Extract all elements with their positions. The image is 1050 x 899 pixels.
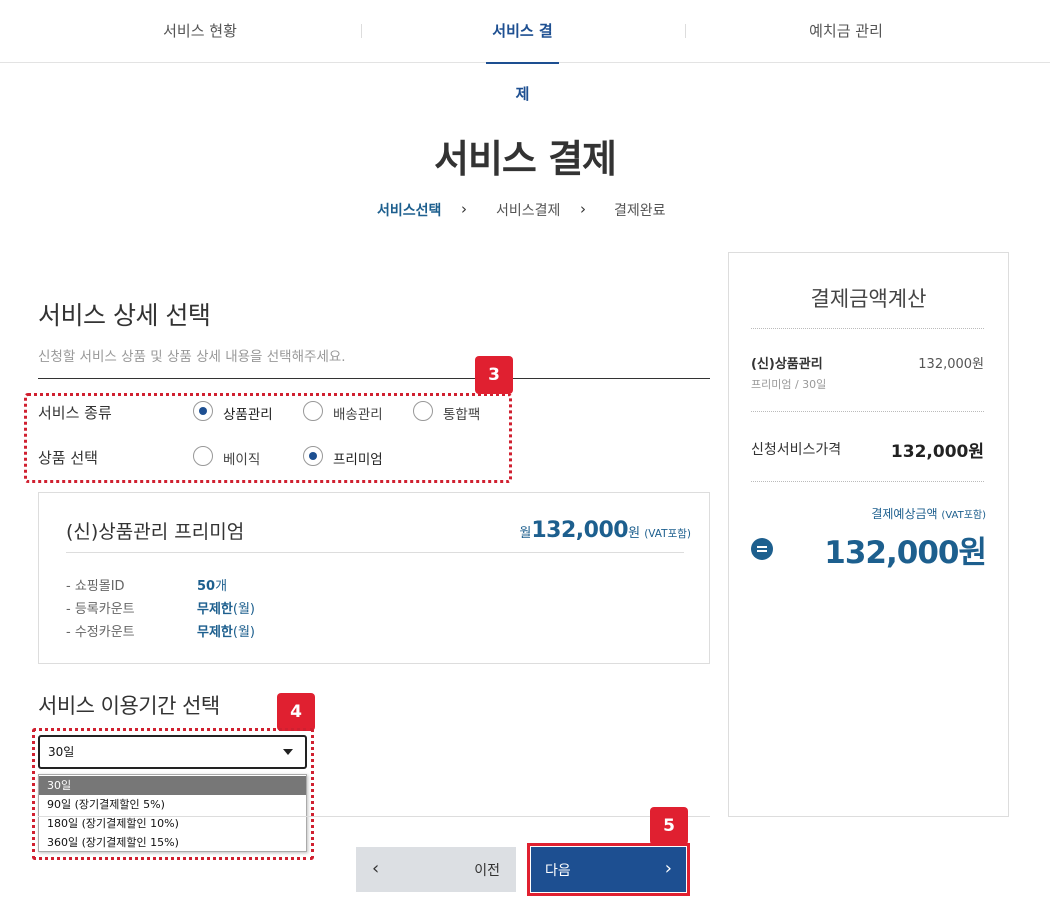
product-price: 월132,000원 (VAT포함) (519, 518, 691, 543)
next-button[interactable]: 다음 › (531, 847, 686, 892)
period-dropdown-list: 30일 90일 (장기결제할인 5%) 180일 (장기결제할인 10%) 36… (38, 774, 307, 852)
equals-icon (751, 538, 773, 560)
product-card: (신)상품관리 프리미엄 월132,000원 (VAT포함) - 쇼핑몰ID 5… (38, 492, 710, 664)
chevron-right-icon: › (461, 200, 467, 218)
step-indicator: 서비스선택 › 서비스결제 › 결제완료 (0, 200, 1050, 222)
radio-label-premium[interactable]: 프리미엄 (333, 448, 383, 468)
tab-service-payment[interactable]: 서비스 결제 (486, 0, 559, 103)
radio-label-delivery-management[interactable]: 배송관리 (333, 403, 383, 423)
dotted-divider (751, 411, 984, 412)
summary-apply-label: 신청서비스가격 (751, 442, 842, 458)
step-badge-3: 3 (475, 356, 513, 394)
spec-key-edit-count: - 수정카운트 (66, 625, 135, 640)
prev-button-label: 이전 (474, 863, 500, 879)
tab-deposit-management[interactable]: 예치금 관리 (686, 0, 1006, 63)
summary-expected-label: 결제예상금액 (VAT포함) (871, 507, 986, 521)
period-option-90[interactable]: 90일 (장기결제할인 5%) (39, 795, 306, 814)
caret-down-icon (283, 749, 293, 755)
payment-summary-panel: 결제금액계산 (신)상품관리 프리미엄 / 30일 132,000원 신청서비스… (728, 252, 1009, 817)
page-title: 서비스 결제 (433, 137, 617, 181)
chevron-right-icon: › (580, 200, 586, 218)
bottom-divider (38, 816, 710, 817)
detail-section-title: 서비스 상세 선택 (38, 301, 211, 330)
dotted-divider (751, 328, 984, 329)
period-option-360[interactable]: 360일 (장기결제할인 15%) (39, 833, 306, 852)
summary-item-price: 132,000원 (918, 357, 984, 372)
spec-value-mall-id: 50개 (197, 579, 228, 594)
spec-key-register-count: - 등록카운트 (66, 602, 135, 617)
spec-value-register-count: 무제한(월) (197, 602, 255, 617)
summary-expected-price: 132,000원 (824, 535, 987, 571)
period-select-value: 30일 (48, 745, 75, 759)
radio-basic[interactable] (193, 446, 213, 466)
radio-label-basic[interactable]: 베이직 (223, 448, 260, 468)
radio-premium[interactable] (303, 446, 323, 466)
product-name: (신)상품관리 프리미엄 (66, 521, 245, 543)
spec-value-edit-count: 무제한(월) (197, 625, 255, 640)
chevron-right-icon: › (664, 858, 672, 879)
tab-separator (361, 24, 362, 38)
step-badge-5: 5 (650, 807, 688, 845)
service-type-label: 서비스 종류 (38, 404, 112, 422)
step-service-payment: 서비스결제 (496, 203, 561, 219)
radio-label-integrated-pack[interactable]: 통합팩 (443, 403, 480, 423)
radio-product-management[interactable] (193, 401, 213, 421)
summary-apply-price: 132,000원 (890, 442, 984, 462)
detail-section-subtitle: 신청할 서비스 상품 및 상품 상세 내용을 선택해주세요. (38, 349, 346, 365)
summary-item-sub: 프리미엄 / 30일 (751, 378, 827, 391)
tab-service-status[interactable]: 서비스 현황 (40, 0, 360, 63)
summary-title: 결제금액계산 (810, 287, 927, 311)
top-nav: 서비스 현황 서비스 결제 예치금 관리 (0, 0, 1050, 103)
product-divider (66, 552, 684, 553)
radio-delivery-management[interactable] (303, 401, 323, 421)
period-section-title: 서비스 이용기간 선택 (38, 694, 220, 718)
spec-key-mall-id: - 쇼핑몰ID (66, 579, 125, 594)
radio-integrated-pack[interactable] (413, 401, 433, 421)
step-payment-complete: 결제완료 (614, 203, 666, 219)
step-select-service: 서비스선택 (377, 203, 442, 219)
step-badge-4: 4 (277, 693, 315, 731)
radio-label-product-management[interactable]: 상품관리 (223, 403, 273, 423)
prev-button[interactable]: ‹ 이전 (356, 847, 516, 892)
period-select[interactable]: 30일 (38, 735, 307, 769)
chevron-left-icon: ‹ (372, 858, 380, 879)
summary-item-name: (신)상품관리 (751, 357, 823, 372)
next-button-label: 다음 (545, 863, 571, 879)
period-option-30[interactable]: 30일 (39, 776, 306, 795)
section-divider (38, 378, 710, 379)
dotted-divider (751, 481, 984, 482)
product-select-label: 상품 선택 (38, 449, 98, 467)
